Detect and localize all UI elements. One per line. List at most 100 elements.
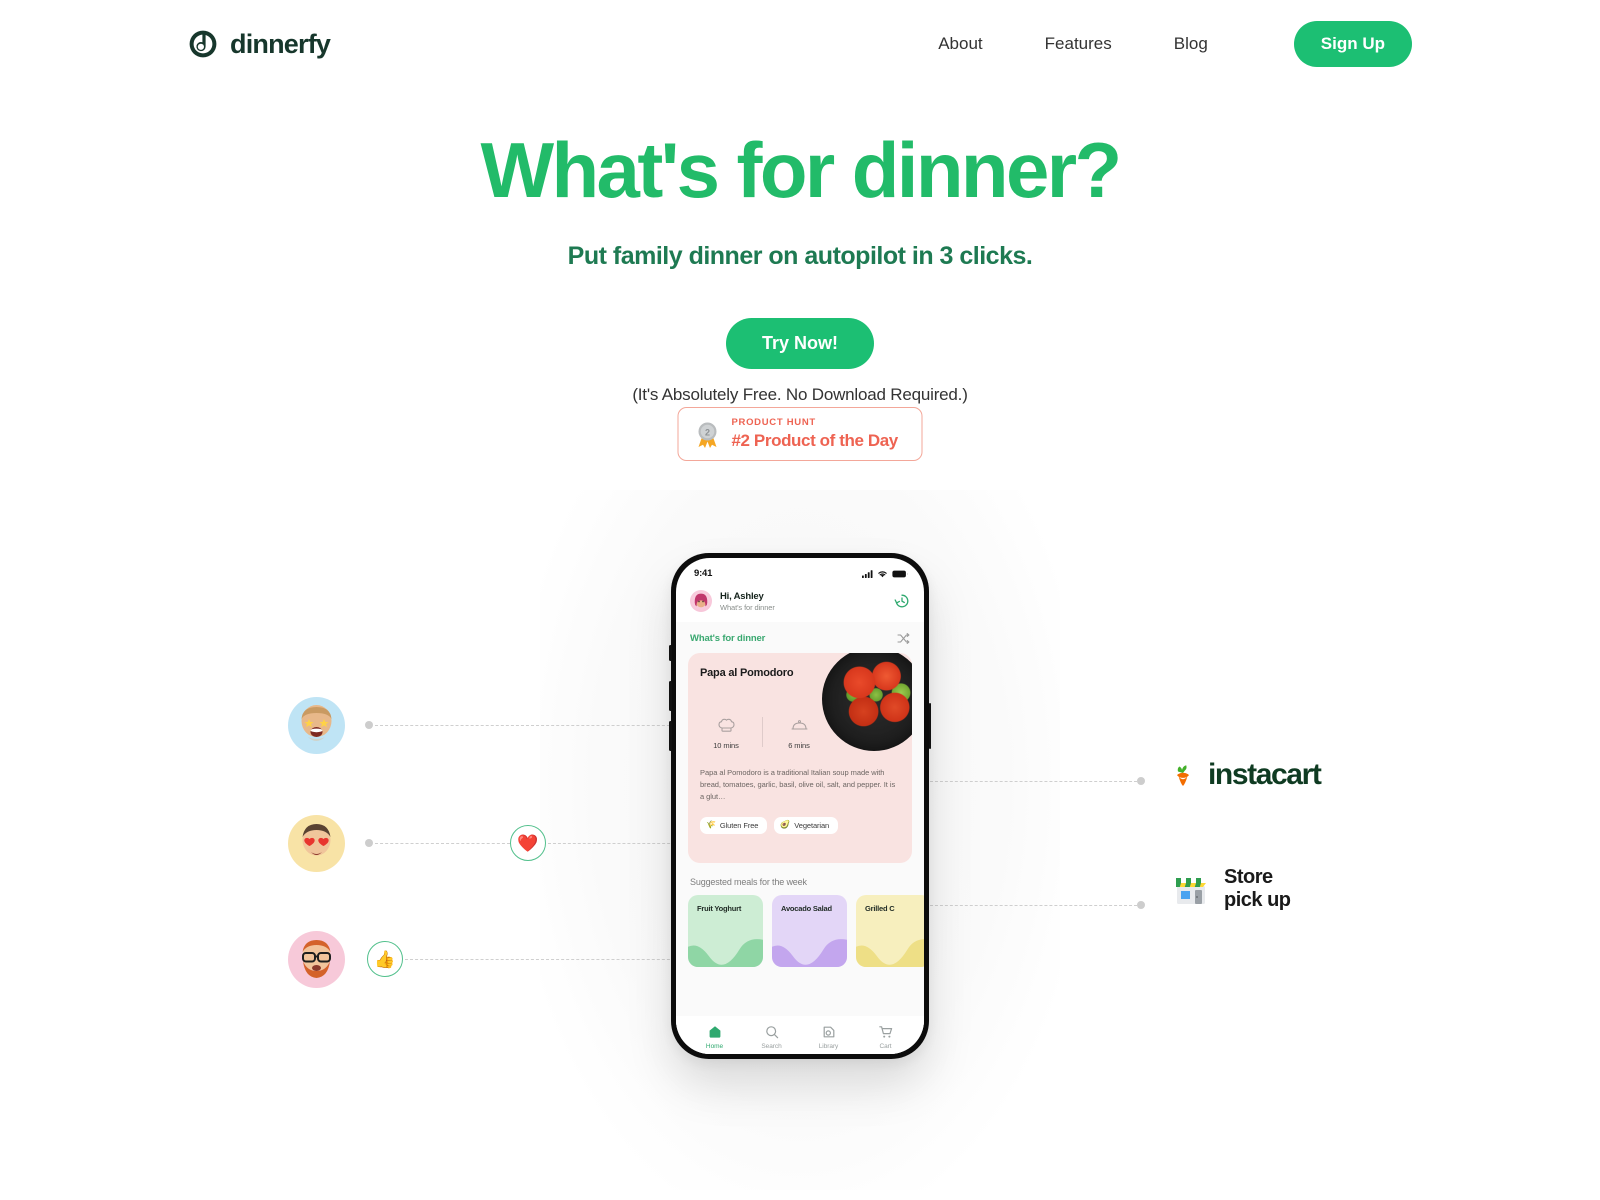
phone-volume-up-button (669, 681, 672, 711)
recipe-title: Papa al Pomodoro (700, 667, 794, 679)
heart-emoji: ❤️ (517, 833, 539, 853)
connector-dot (1137, 901, 1145, 909)
home-icon (708, 1025, 722, 1039)
recipe-tags: 🌾 Gluten Free 🥑 Vegetarian (700, 816, 900, 834)
connector-line (405, 959, 685, 960)
app-body: What's for dinner Papa al Pomodoro 10 mi… (676, 622, 924, 1054)
memoji-star-eyes (301, 705, 332, 741)
battery-icon (892, 570, 908, 577)
meal-card[interactable]: Fruit Yoghurt (688, 895, 763, 967)
history-clock-icon[interactable] (894, 593, 910, 609)
section-title: What's for dinner (690, 633, 766, 644)
store-pickup-line1: Store (1224, 866, 1273, 888)
recipe-tag-label: Vegetarian (794, 820, 830, 830)
tab-library[interactable]: Library (800, 1025, 857, 1050)
cart-icon (878, 1025, 893, 1039)
hero-section: What's for dinner? Put family dinner on … (0, 126, 1600, 405)
connector-avatar-1 (365, 721, 685, 729)
status-icons (862, 569, 908, 578)
connector-line (548, 843, 685, 844)
connector-line (375, 725, 685, 726)
connector-avatar-3 (365, 959, 685, 960)
hero-disclaimer: (It's Absolutely Free. No Download Requi… (632, 384, 968, 404)
app-topbar: Hi, Ashley What's for dinner (676, 584, 924, 622)
try-now-button[interactable]: Try Now! (725, 317, 874, 369)
search-icon (765, 1025, 779, 1039)
tab-label: Cart (879, 1042, 892, 1050)
cellular-bars-icon (862, 569, 873, 578)
meal-wave-decoration (856, 939, 924, 967)
product-hunt-badge[interactable]: 2 PRODUCT HUNT #2 Product of the Day (677, 407, 923, 461)
silver-medal-icon: 2 (693, 419, 723, 449)
phone-mockup: 9:41 Hi, Ashley What's for dinner What's… (669, 553, 931, 1059)
product-hunt-kicker: PRODUCT HUNT (731, 417, 816, 429)
product-hunt-texts: PRODUCT HUNT #2 Product of the Day (731, 417, 899, 451)
hero-subtitle: Put family dinner on autopilot in 3 clic… (567, 241, 1033, 270)
partner-instacart: instacart (1172, 758, 1322, 792)
store-pickup-line2: pick up (1224, 889, 1291, 911)
instacart-wordmark: instacart (1208, 758, 1322, 791)
app-greeting-name: Hi, Ashley (720, 590, 764, 602)
meal-wave-decoration (688, 939, 763, 967)
store-pickup-label: Store pick up (1224, 866, 1291, 912)
tab-label: Library (818, 1042, 839, 1050)
storefront-icon (1172, 870, 1210, 908)
recipe-description: Papa al Pomodoro is a traditional Italia… (700, 767, 896, 801)
connector-dot (365, 839, 373, 847)
family-avatar-2 (288, 815, 345, 872)
whats-for-dinner-section-header: What's for dinner (676, 622, 924, 651)
status-bar: 9:41 (676, 558, 924, 584)
signup-button[interactable]: Sign Up (1293, 21, 1412, 67)
meal-card-label: Grilled C (865, 904, 895, 913)
connector-instacart (925, 777, 1147, 785)
app-greeting-sub: What's for dinner (720, 602, 775, 612)
nav-item-about[interactable]: About (938, 34, 982, 54)
memoji-glasses-beard (302, 940, 331, 978)
connector-dot (365, 721, 373, 729)
app-greeting: Hi, Ashley What's for dinner (720, 591, 886, 612)
thumbs-up-reaction-icon: 👍 (367, 941, 403, 977)
landing-page: dinnerfy About Features Blog Sign Up Wha… (0, 0, 1600, 1200)
memoji-heart-eyes (302, 824, 331, 856)
heart-reaction-icon: ❤️ (510, 825, 546, 861)
shuffle-icon[interactable] (897, 632, 910, 645)
recipe-card[interactable]: Papa al Pomodoro 10 mins 6 mins Papa al … (688, 653, 912, 863)
meal-card[interactable]: Grilled C (856, 895, 924, 967)
tab-label: Search (761, 1042, 782, 1050)
meal-card[interactable]: Avocado Salad (772, 895, 847, 967)
phone-power-button (928, 703, 931, 749)
meal-wave-decoration (772, 939, 847, 967)
connector-line (925, 905, 1137, 906)
recipe-cook-time-label: 6 mins (788, 740, 810, 750)
product-illustration: ❤️ 👍 9:41 Hi, Ashley What's for dinner W… (0, 490, 1600, 1200)
connector-line (375, 843, 510, 844)
meta-divider (762, 716, 763, 747)
tab-home[interactable]: Home (686, 1025, 743, 1050)
food-cloche-icon (790, 717, 808, 734)
chef-hat-icon (717, 717, 735, 734)
tab-cart[interactable]: Cart (857, 1025, 914, 1050)
status-time: 9:41 (694, 568, 713, 579)
nav-item-features[interactable]: Features (1045, 34, 1112, 54)
brand-name: dinnerfy (230, 28, 331, 59)
user-avatar-icon[interactable] (690, 590, 712, 612)
connector-line (925, 781, 1137, 782)
page-title: What's for dinner? (480, 126, 1122, 214)
family-avatar-1 (288, 697, 345, 754)
nav-item-blog[interactable]: Blog (1174, 34, 1208, 54)
tab-search[interactable]: Search (743, 1025, 800, 1050)
brand-logo[interactable]: dinnerfy (188, 28, 331, 60)
avocado-icon: 🥑 (780, 820, 791, 830)
recipe-cook-time: 6 mins (773, 717, 825, 750)
wheat-icon: 🌾 (706, 820, 716, 830)
recipe-tag-gluten-free: 🌾 Gluten Free (700, 816, 768, 834)
phone-screen: 9:41 Hi, Ashley What's for dinner What's… (676, 558, 924, 1054)
dinnerfy-logo-icon (188, 29, 218, 59)
suggested-meals-title: Suggested meals for the week (690, 877, 807, 887)
partner-store-pickup: Store pick up (1172, 866, 1291, 912)
hero-cta-wrap: Try Now! (0, 317, 1600, 369)
suggested-meals-row: Fruit Yoghurt Avocado Salad Grilled C (676, 895, 924, 967)
meal-card-label: Avocado Salad (781, 904, 832, 913)
phone-volume-down-button (669, 721, 672, 751)
wifi-icon (878, 570, 887, 577)
